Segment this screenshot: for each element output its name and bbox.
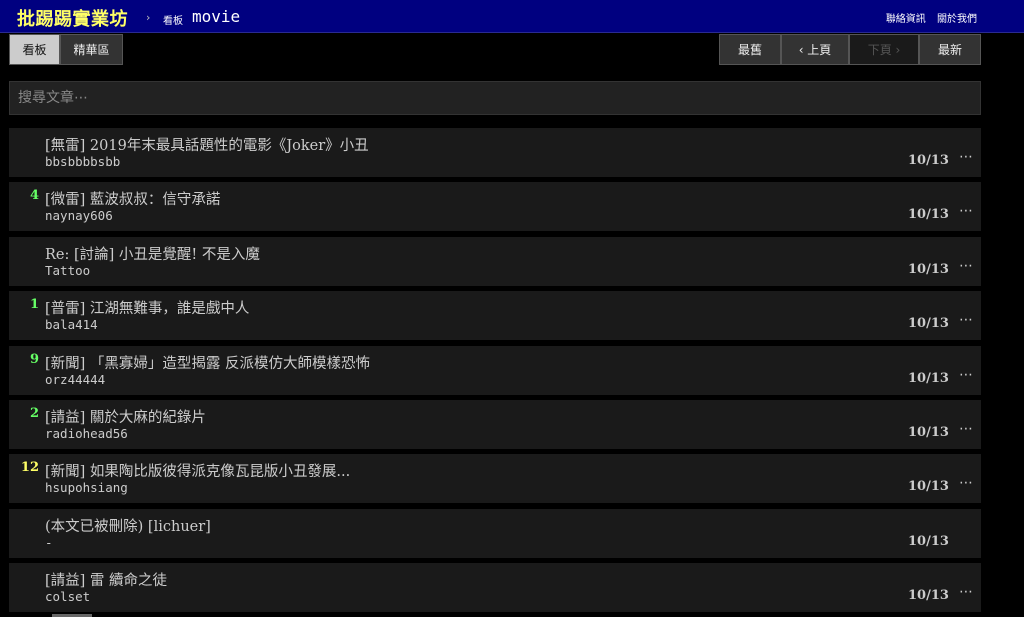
post-date: 10/13 — [908, 370, 949, 386]
site-logo-link[interactable]: 批踢踢實業坊 — [17, 5, 128, 31]
post-row: Re: [討論] 小丑是覺醒! 不是入魔 Tattoo 10/13 ⋯ — [9, 236, 981, 286]
post-author[interactable]: radiohead56 — [45, 426, 128, 441]
post-date: 10/13 — [908, 533, 949, 549]
recommend-count: 1 — [29, 297, 39, 313]
post-date: 10/13 — [908, 207, 949, 223]
post-date: 10/13 — [908, 479, 949, 495]
post-date: 10/13 — [908, 588, 949, 604]
recommend-count: 4 — [29, 188, 39, 204]
post-author[interactable]: orz44444 — [45, 372, 105, 387]
next-page-button: 下頁 › — [849, 34, 919, 65]
search-input[interactable] — [9, 81, 981, 115]
more-menu-icon[interactable]: ⋯ — [959, 421, 973, 437]
post-title-link[interactable]: [微雷] 藍波叔叔：信守承諾 — [45, 188, 220, 209]
post-title-link[interactable]: [新聞] 如果陶比版彼得派克像瓦昆版小丑發展... — [45, 460, 350, 481]
tab-digest[interactable]: 精華區 — [60, 34, 123, 65]
post-row: (本文已被刪除) [lichuer] - 10/13 — [9, 508, 981, 558]
post-row: 12 [新聞] 如果陶比版彼得派克像瓦昆版小丑發展... hsupohsiang 10… — [9, 454, 981, 504]
post-date: 10/13 — [908, 153, 949, 168]
tab-board[interactable]: 看板 — [9, 34, 60, 65]
post-title-link[interactable]: [請益] 雷 續命之徒 — [45, 569, 167, 590]
post-title-link[interactable]: [普雷] 江湖無難事，誰是戲中人 — [45, 297, 249, 318]
post-title-link[interactable]: [請益] 關於大麻的紀錄片 — [45, 406, 206, 427]
more-menu-icon[interactable]: ⋯ — [959, 312, 973, 328]
recommend-count: 2 — [29, 405, 39, 421]
post-author[interactable]: colset — [45, 589, 90, 604]
board-tag-label: 看板 — [163, 16, 183, 27]
post-date: 10/13 — [908, 424, 949, 440]
contact-link[interactable]: 聯絡資訊 — [886, 14, 926, 25]
more-menu-icon[interactable]: ⋯ — [959, 367, 973, 383]
post-row: 2 [請益] 關於大麻的紀錄片 radiohead56 10/13 ⋯ — [9, 399, 981, 449]
about-link[interactable]: 關於我們 — [937, 14, 977, 25]
post-author[interactable]: Tattoo — [45, 263, 90, 278]
newest-page-button[interactable]: 最新 — [919, 34, 981, 65]
top-links: 聯絡資訊 關於我們 — [878, 10, 977, 25]
post-row: 4 [微雷] 藍波叔叔：信守承諾 naynay606 10/13 ⋯ — [9, 182, 981, 232]
oldest-page-button[interactable]: 最舊 — [719, 34, 781, 65]
post-title-link[interactable]: [新聞] 「黑寡婦」造型揭露 反派模仿大師模樣恐怖 — [45, 352, 370, 373]
post-author[interactable]: bala414 — [45, 317, 98, 332]
more-menu-icon[interactable]: ⋯ — [959, 149, 973, 165]
post-author[interactable]: bbsbbbbsbb — [45, 154, 120, 169]
post-author[interactable]: hsupohsiang — [45, 480, 128, 495]
more-menu-icon[interactable]: ⋯ — [959, 475, 973, 491]
more-menu-icon[interactable]: ⋯ — [959, 584, 973, 600]
post-row: [請益] 雷 續命之徒 colset 10/13 ⋯ — [9, 563, 981, 613]
post-title-link[interactable]: Re: [討論] 小丑是覺醒! 不是入魔 — [45, 243, 260, 264]
post-row: 9 [新聞] 「黑寡婦」造型揭露 反派模仿大師模樣恐怖 orz44444 10/13 ⋯ — [9, 345, 981, 395]
breadcrumb-separator: › — [146, 11, 151, 24]
post-title-link[interactable]: (本文已被刪除) [lichuer] — [45, 515, 211, 536]
board-name-link[interactable]: movie — [192, 7, 240, 26]
recommend-count: 9 — [29, 351, 39, 367]
previous-page-button[interactable]: ‹ 上頁 — [781, 34, 849, 65]
more-menu-icon[interactable]: ⋯ — [959, 258, 973, 274]
post-date: 10/13 — [908, 261, 949, 277]
post-author[interactable]: - — [45, 535, 53, 550]
more-menu-icon[interactable]: ⋯ — [959, 203, 973, 219]
post-list: [無雷] 2019年末最具話題性的電影《Joker》小丑 bbsbbbbsbb 10… — [9, 128, 981, 617]
post-title-link[interactable]: [無雷] 2019年末最具話題性的電影《Joker》小丑 — [45, 134, 369, 155]
post-row: 1 [普雷] 江湖無難事，誰是戲中人 bala414 10/13 ⋯ — [9, 291, 981, 341]
top-bar: 批踢踢實業坊 › 看板 movie 聯絡資訊 關於我們 — [0, 0, 1024, 33]
post-row: [無雷] 2019年末最具話題性的電影《Joker》小丑 bbsbbbbsbb 10… — [9, 128, 981, 177]
recommend-count: 12 — [20, 460, 39, 476]
post-date: 10/13 — [908, 316, 949, 332]
post-author[interactable]: naynay606 — [45, 208, 113, 223]
